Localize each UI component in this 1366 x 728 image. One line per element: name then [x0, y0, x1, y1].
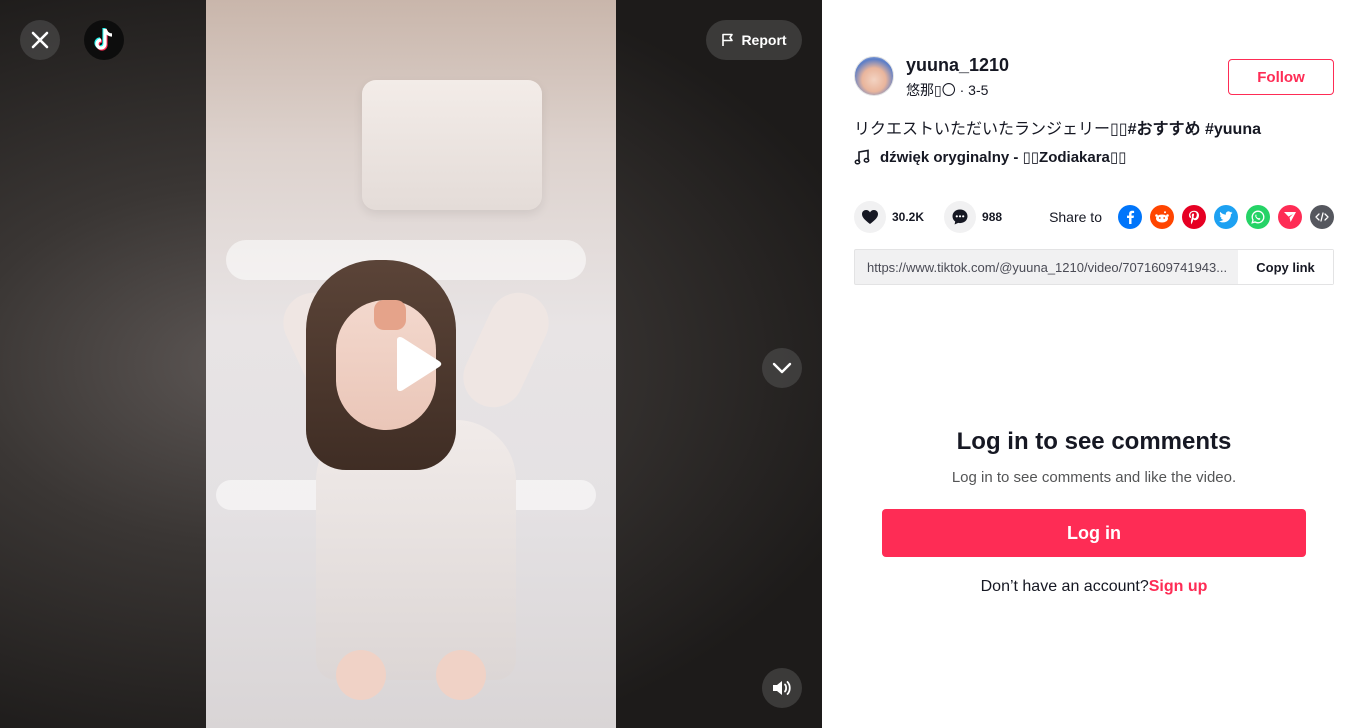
heart-icon [862, 210, 878, 224]
facebook-icon[interactable] [1118, 205, 1142, 229]
hair-clip [374, 300, 406, 330]
chevron-down-icon [772, 362, 792, 374]
volume-button[interactable] [762, 668, 802, 708]
pinterest-icon[interactable] [1182, 205, 1206, 229]
author-subline: 悠那▯〇 · 3-5 [906, 80, 988, 100]
flag-icon [722, 33, 734, 46]
engagement-row: 30.2K 988 Share to [854, 200, 1334, 234]
author-username[interactable]: yuuna_1210 [906, 55, 1009, 76]
video-player[interactable]: Report [0, 0, 822, 728]
comment-count: 988 [982, 210, 1003, 224]
signup-row: Don’t have an account?Sign up [822, 578, 1366, 596]
play-icon[interactable] [391, 336, 443, 392]
no-account-text: Don’t have an account? [980, 578, 1149, 595]
person-arm [453, 282, 559, 418]
post-date: 3-5 [968, 82, 989, 98]
video-info-panel: yuuna_1210 悠那▯〇 · 3-5 Follow リクエストいただいたラ… [822, 0, 1366, 728]
copy-link-button[interactable]: Copy link [1238, 250, 1333, 284]
reddit-icon[interactable] [1150, 205, 1174, 229]
avatar[interactable] [854, 56, 894, 96]
follow-button[interactable]: Follow [1228, 59, 1334, 95]
like-stat[interactable]: 30.2K [854, 201, 924, 233]
close-button[interactable] [20, 20, 60, 60]
video-caption: リクエストいただいたランジェリー▯▯#おすすめ #yuuna [854, 115, 1261, 139]
music-title: dźwięk oryginalny - ▯▯Zodiakara▯▯ [880, 149, 1127, 166]
video-link-box: https://www.tiktok.com/@yuuna_1210/video… [854, 249, 1334, 285]
pillow [362, 80, 542, 210]
embed-icon[interactable] [1310, 205, 1334, 229]
music-note-icon [854, 149, 870, 165]
twitter-icon[interactable] [1214, 205, 1238, 229]
login-prompt-title: Log in to see comments [956, 428, 1232, 455]
person-foot [436, 650, 486, 700]
signup-link[interactable]: Sign up [1149, 578, 1208, 595]
hashtag-link[interactable]: #おすすめ [1128, 121, 1201, 138]
person-foot [336, 650, 386, 700]
share-label: Share to [1049, 209, 1102, 225]
comment-button[interactable] [944, 201, 977, 233]
caption-text: リクエストいただいたランジェリー▯▯ [854, 121, 1128, 138]
next-video-button[interactable] [762, 348, 802, 388]
report-button[interactable]: Report [706, 20, 802, 60]
comment-icon [952, 209, 968, 225]
report-label: Report [741, 32, 787, 48]
close-icon [31, 31, 49, 49]
music-link[interactable]: dźwięk oryginalny - ▯▯Zodiakara▯▯ [854, 148, 1126, 166]
video-link-url[interactable]: https://www.tiktok.com/@yuuna_1210/video… [855, 260, 1238, 275]
comment-stat[interactable]: 988 [944, 201, 1002, 233]
author-nickname: 悠那▯〇 [906, 82, 956, 98]
volume-icon [773, 681, 791, 695]
separator-dot: · [959, 82, 969, 98]
login-button[interactable]: Log in [882, 509, 1306, 557]
like-count: 30.2K [892, 210, 925, 224]
telegram-icon[interactable] [1278, 205, 1302, 229]
hashtag-link[interactable]: #yuuna [1205, 121, 1261, 138]
tiktok-logo-icon[interactable] [84, 20, 124, 60]
like-button[interactable] [854, 201, 886, 233]
login-prompt-subtitle: Log in to see comments and like the vide… [951, 469, 1237, 486]
whatsapp-icon[interactable] [1246, 205, 1270, 229]
